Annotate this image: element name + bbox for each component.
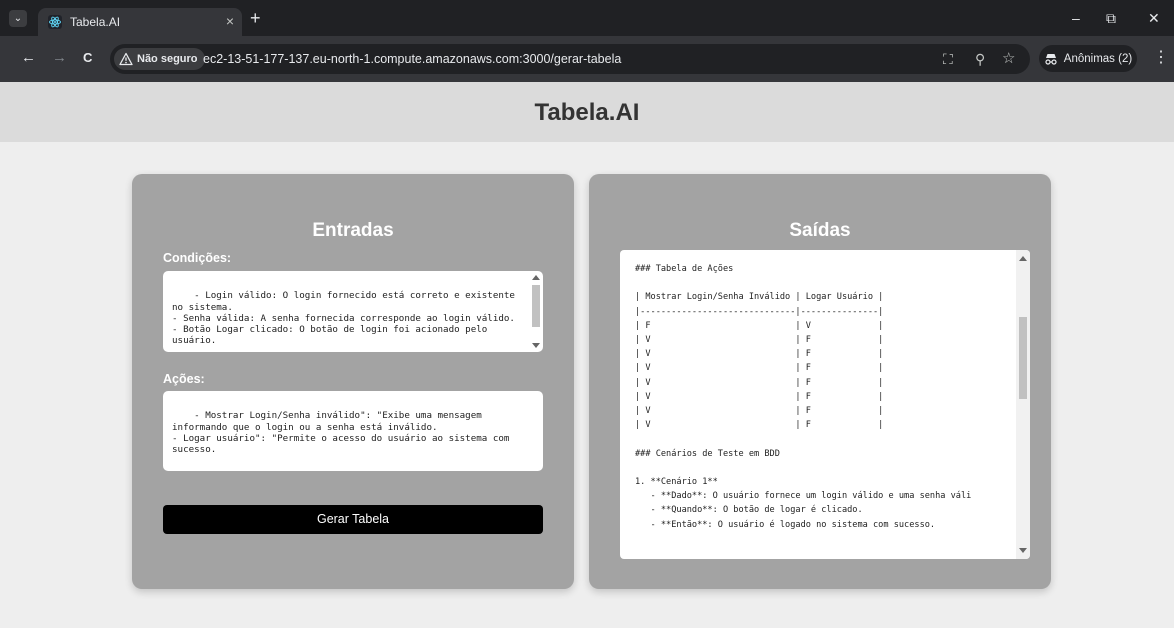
outputs-title: Saídas (789, 220, 851, 241)
reload-icon[interactable]: C (83, 50, 92, 66)
generate-table-button[interactable]: Gerar Tabela (163, 505, 543, 534)
restore-icon[interactable]: ⧉ (1106, 11, 1116, 25)
incognito-icon (1045, 53, 1057, 65)
actions-textarea[interactable]: - Mostrar Login/Senha inválido": "Exibe … (163, 391, 543, 471)
tab-search-chevron-icon[interactable]: ⌄ (9, 10, 27, 27)
minimize-icon[interactable]: – (1072, 11, 1080, 25)
scroll-thumb[interactable] (1019, 317, 1027, 399)
scroll-up-arrow-icon[interactable] (532, 275, 540, 280)
back-icon[interactable]: ← (21, 50, 36, 66)
inputs-panel: Entradas Condições: - Login válido: O lo… (132, 174, 574, 589)
scroll-thumb[interactable] (532, 285, 540, 327)
address-bar[interactable]: Não seguro ec2-13-51-177-137.eu-north-1.… (110, 44, 1030, 74)
forward-icon[interactable]: → (52, 50, 67, 66)
scroll-down-arrow-icon[interactable] (1019, 548, 1027, 553)
tab-title: Tabela.AI (70, 15, 121, 29)
actions-text: - Mostrar Login/Senha inválido": "Exibe … (172, 410, 510, 456)
page-title: Tabela.AI (534, 99, 640, 126)
react-atom-icon (48, 15, 62, 29)
output-text: ### Tabela de Ações | Mostrar Login/Senh… (635, 264, 972, 530)
zoom-icon[interactable]: ⚲ (975, 51, 985, 67)
browser-toolbar: ← → C Não seguro ec2-13-51-177-137.eu-no… (0, 36, 1174, 82)
scroll-down-arrow-icon[interactable] (532, 343, 540, 348)
conditions-text: - Login válido: O login fornecido está c… (172, 290, 515, 347)
new-tab-icon[interactable]: + (250, 8, 261, 28)
page-header: Tabela.AI (0, 82, 1174, 142)
conditions-scrollbar[interactable] (531, 273, 541, 350)
incognito-profile-chip[interactable]: Anônimas (2) (1039, 45, 1137, 72)
outputs-panel: Saídas ### Tabela de Ações | Mostrar Log… (589, 174, 1051, 589)
window-close-icon[interactable]: ✕ (1148, 11, 1160, 25)
bookmark-star-icon[interactable]: ☆ (1002, 51, 1015, 67)
output-textarea[interactable]: ### Tabela de Ações | Mostrar Login/Senh… (620, 250, 1030, 559)
browser-tab-strip: ⌄ Tabela.AI × + – ⧉ ✕ (0, 0, 1174, 36)
security-label: Não seguro (137, 53, 198, 65)
output-scrollbar[interactable] (1016, 250, 1030, 559)
browser-tab[interactable]: Tabela.AI × (38, 8, 242, 36)
browser-menu-icon[interactable]: ⋮ (1153, 49, 1169, 67)
inputs-title: Entradas (312, 220, 394, 241)
conditions-label: Condições: (163, 251, 232, 265)
scroll-up-arrow-icon[interactable] (1019, 256, 1027, 261)
actions-label: Ações: (163, 372, 205, 386)
security-indicator[interactable]: Não seguro (114, 48, 205, 70)
url-text[interactable]: ec2-13-51-177-137.eu-north-1.compute.ama… (203, 52, 621, 66)
warning-icon (119, 52, 133, 66)
tab-close-icon[interactable]: × (226, 13, 234, 29)
translate-icon[interactable]: ⛶ (943, 51, 953, 67)
conditions-textarea[interactable]: - Login válido: O login fornecido está c… (163, 271, 543, 352)
incognito-label: Anônimas (2) (1063, 52, 1133, 65)
